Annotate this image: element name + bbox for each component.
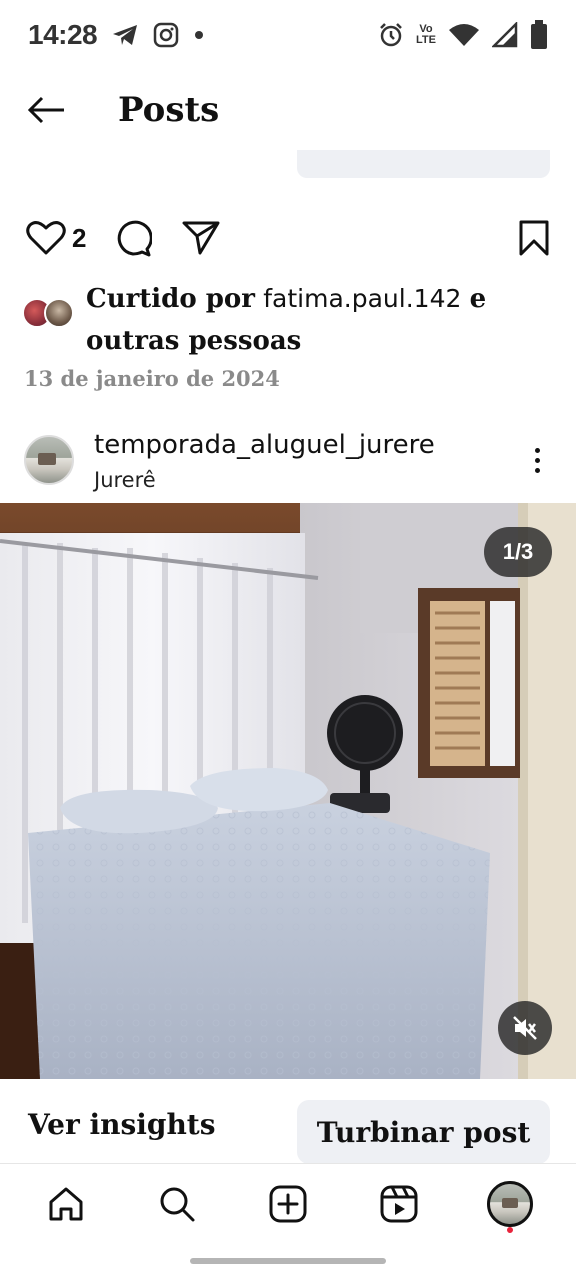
telegram-icon — [111, 23, 139, 47]
avatar[interactable] — [24, 435, 74, 485]
status-time: 14:28 — [28, 19, 98, 50]
page-title: Posts — [118, 90, 220, 130]
volte-label-2: LTE — [416, 34, 436, 46]
view-insights-button[interactable]: Ver insights — [28, 1108, 216, 1141]
bedroom-photo — [0, 503, 576, 1079]
avatar — [44, 298, 74, 328]
battery-icon — [530, 20, 548, 50]
comment-icon — [118, 220, 153, 257]
profile-avatar — [487, 1180, 534, 1227]
more-icon-dot — [534, 467, 540, 473]
create-icon — [269, 1185, 307, 1222]
post-location[interactable]: Jurerê — [94, 465, 435, 495]
post-cta-row: Ver insights Turbinar post — [0, 1100, 576, 1164]
status-right-icons: Vo LTE — [378, 20, 548, 50]
likes-text: Curtido por fatima.paul.142 e outras pes… — [86, 278, 486, 362]
share-button[interactable] — [182, 220, 220, 256]
nav-home[interactable] — [36, 1174, 96, 1234]
likes-prefix: Curtido por — [86, 284, 255, 314]
top-app-bar: Posts — [0, 70, 576, 150]
back-button[interactable] — [26, 90, 66, 130]
dot-icon — [193, 29, 205, 41]
home-indicator[interactable] — [190, 1258, 386, 1264]
more-icon-dot — [534, 457, 540, 463]
volume-off-icon — [513, 1016, 537, 1040]
bookmark-icon — [519, 220, 549, 256]
instagram-icon — [153, 22, 179, 48]
boost-post-button[interactable]: Turbinar post — [297, 1100, 550, 1164]
status-left-icons — [111, 22, 205, 48]
nav-reels[interactable] — [369, 1174, 429, 1234]
heart-icon — [26, 221, 66, 255]
like-count[interactable]: 2 — [72, 223, 86, 254]
post-user-info: temporada_aluguel_jurere Jurerê — [94, 425, 435, 495]
post-header: temporada_aluguel_jurere Jurerê — [0, 418, 576, 502]
save-button[interactable] — [518, 220, 550, 256]
nav-create[interactable] — [258, 1174, 318, 1234]
more-options-button[interactable] — [522, 440, 552, 480]
home-icon — [49, 1187, 83, 1220]
likes-summary[interactable]: Curtido por fatima.paul.142 e outras pes… — [22, 278, 552, 362]
likes-suffix-2[interactable]: outras pessoas — [86, 326, 301, 356]
nav-profile[interactable] — [480, 1174, 540, 1234]
mute-button[interactable] — [498, 1001, 552, 1055]
status-bar: 14:28 Vo LTE — [0, 0, 576, 70]
bottom-navigation — [0, 1163, 576, 1243]
notification-dot — [507, 1226, 514, 1233]
send-icon — [182, 221, 220, 255]
likes-suffix-1: e — [469, 284, 487, 314]
search-icon — [160, 1187, 195, 1221]
alarm-icon — [378, 22, 404, 48]
post-image[interactable]: 1/3 — [0, 503, 576, 1079]
reels-icon — [380, 1185, 418, 1222]
post-actions: 2 — [0, 210, 576, 266]
media-counter-badge: 1/3 — [484, 527, 552, 577]
wifi-icon — [448, 22, 480, 48]
volte-icon: Vo LTE — [416, 24, 436, 46]
like-button[interactable] — [26, 220, 66, 256]
nav-search[interactable] — [147, 1174, 207, 1234]
arrow-left-icon — [27, 96, 64, 124]
likes-user-link[interactable]: fatima.paul.142 — [263, 284, 461, 313]
signal-icon — [492, 22, 518, 48]
liker-avatars — [22, 298, 78, 338]
post-username[interactable]: temporada_aluguel_jurere — [94, 425, 435, 465]
post-date: 13 de janeiro de 2024 — [24, 366, 280, 391]
comment-button[interactable] — [114, 219, 153, 257]
more-icon-dot — [534, 447, 540, 453]
